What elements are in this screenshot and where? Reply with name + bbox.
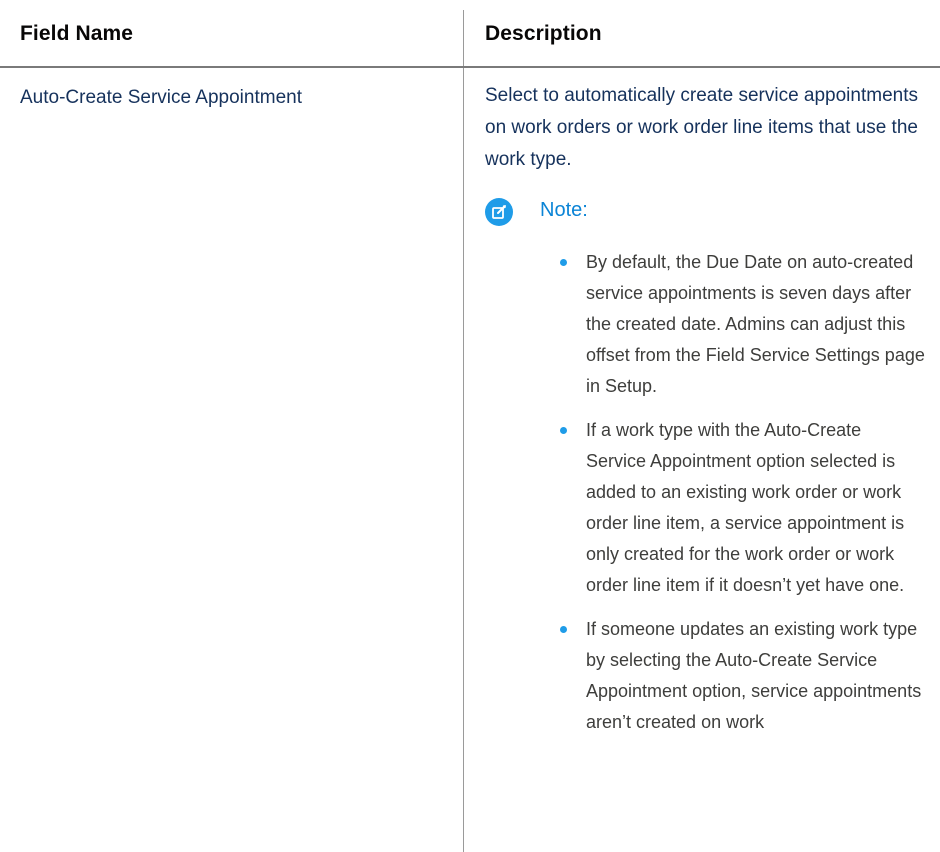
column-divider <box>463 10 464 852</box>
bullet-icon <box>560 427 567 434</box>
table-header-row: Field Name Description <box>0 0 940 68</box>
note-title: Note: <box>540 199 588 221</box>
bullet-icon <box>560 626 567 633</box>
note-list-item: If someone updates an existing work type… <box>485 614 925 738</box>
note-list: By default, the Due Date on auto-created… <box>485 247 925 751</box>
header-field-name: Field Name <box>20 22 134 45</box>
note-item-text: If a work type with the Auto-Create Serv… <box>586 420 905 595</box>
note-callout: Note: By default, the Due Date on auto-c… <box>485 197 925 732</box>
note-header: Note: <box>485 197 925 231</box>
note-item-text: By default, the Due Date on auto-created… <box>586 252 925 396</box>
field-table: Field Name Description Auto-Create Servi… <box>0 0 940 852</box>
header-divider <box>0 66 940 68</box>
note-list-item: By default, the Due Date on auto-created… <box>485 247 925 402</box>
description-text: Select to automatically create service a… <box>485 85 918 170</box>
edit-note-icon <box>485 198 513 226</box>
note-list-item: If a work type with the Auto-Create Serv… <box>485 415 925 601</box>
bullet-icon <box>560 259 567 266</box>
description-cell: Select to automatically create service a… <box>485 80 925 732</box>
note-item-text: If someone updates an existing work type… <box>586 619 922 732</box>
field-name-cell: Auto-Create Service Appointment <box>20 87 302 108</box>
header-description: Description <box>485 22 602 45</box>
